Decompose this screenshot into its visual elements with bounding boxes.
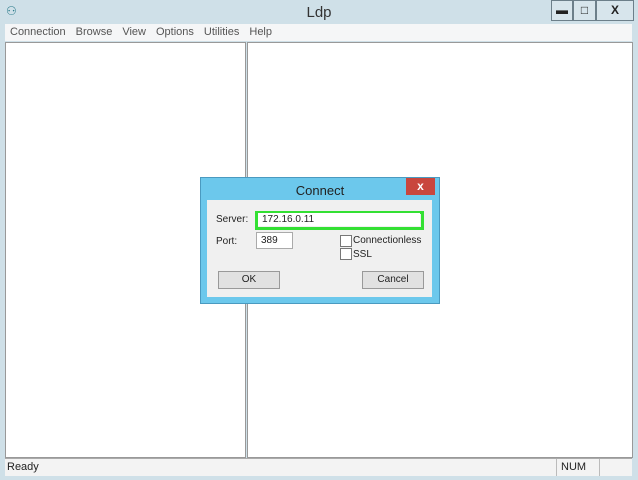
menu-help[interactable]: Help	[244, 24, 277, 40]
window-title: Ldp	[306, 4, 332, 21]
close-button[interactable]: X	[596, 0, 634, 21]
port-input[interactable]: 389	[256, 232, 293, 249]
menu-utilities[interactable]: Utilities	[199, 24, 244, 40]
status-text: Ready	[7, 461, 39, 473]
maximize-button[interactable]: □	[573, 0, 596, 21]
port-label: Port:	[216, 236, 238, 247]
server-label: Server:	[216, 214, 249, 225]
connectionless-label: Connectionless	[353, 235, 422, 246]
dialog-title: Connect	[295, 183, 345, 198]
server-input[interactable]: 172.16.0.11	[258, 213, 420, 226]
menu-browse[interactable]: Browse	[71, 24, 118, 40]
ok-button[interactable]: OK	[218, 271, 280, 289]
ssl-label: SSL	[353, 249, 372, 260]
menu-view[interactable]: View	[117, 24, 151, 40]
title-bar: ⚇ Ldp ▬ □ X	[0, 0, 638, 24]
connect-dialog: Connect x Server: 172.16.0.11 Port: 389 …	[200, 177, 440, 304]
menu-options[interactable]: Options	[151, 24, 199, 40]
minimize-button[interactable]: ▬	[551, 0, 573, 21]
dialog-close-button[interactable]: x	[406, 178, 435, 195]
dialog-body: Server: 172.16.0.11 Port: 389 Connection…	[207, 200, 432, 297]
ssl-checkbox[interactable]	[340, 248, 352, 260]
num-lock-indicator: NUM	[556, 459, 600, 476]
status-bar: Ready NUM	[5, 458, 632, 476]
menu-bar: Connection Browse View Options Utilities Help	[5, 24, 632, 41]
menu-connection[interactable]: Connection	[5, 24, 71, 40]
cancel-button[interactable]: Cancel	[362, 271, 424, 289]
connectionless-checkbox[interactable]	[340, 235, 352, 247]
